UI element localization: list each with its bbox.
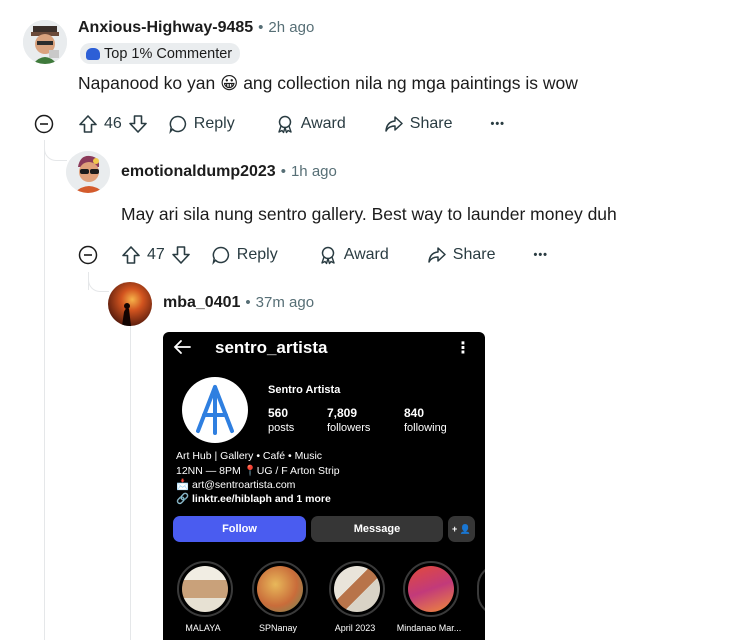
- meta-separator: •: [245, 294, 251, 311]
- reply-label: Reply: [193, 115, 235, 132]
- vote-count: 47: [147, 246, 165, 263]
- speech-bubble-icon: [212, 246, 229, 265]
- share-button[interactable]: Share: [384, 114, 453, 134]
- ig-bio-line: 12NN — 8PM 📍UG / F Arton Strip: [176, 465, 340, 477]
- upvote-arrow-icon: [122, 246, 140, 264]
- flair-label: Top 1% Commenter: [104, 45, 233, 62]
- comment-author[interactable]: emotionaldump2023: [121, 163, 276, 181]
- avatar-image: [108, 282, 152, 326]
- ig-highlight-label: MALAYA: [185, 623, 221, 633]
- ig-highlight-partial: [477, 564, 485, 616]
- comment-author[interactable]: Anxious-Highway-9485: [78, 19, 253, 37]
- downvote-button[interactable]: [171, 245, 191, 265]
- ig-highlight-label: Mindanao Mar...: [396, 623, 462, 633]
- speech-bubble-icon: [169, 115, 186, 134]
- flair-badge-icon: [86, 47, 100, 60]
- upvote-arrow-icon: [79, 115, 97, 133]
- ig-bio-line: 📩 art@sentroartista.com: [176, 479, 296, 491]
- grinning-emoji-icon: 😀: [220, 73, 239, 93]
- award-label: Award: [300, 115, 346, 132]
- comment-timestamp[interactable]: 37m ago: [256, 294, 314, 311]
- ig-highlight: [403, 561, 459, 617]
- downvote-button[interactable]: [128, 114, 148, 134]
- reply-label: Reply: [236, 246, 278, 263]
- ig-profile-logo: [182, 377, 248, 443]
- thread-line[interactable]: [44, 142, 45, 640]
- ig-highlight: [252, 561, 308, 617]
- meta-separator: •: [258, 19, 264, 36]
- ig-bio-line: Art Hub | Gallery • Café • Music: [176, 450, 323, 462]
- arrow-left-icon: [173, 340, 191, 354]
- award-button[interactable]: Award: [275, 114, 346, 134]
- comment-body: Napanood ko yan 😀 ang collection nila ng…: [78, 73, 578, 94]
- share-button[interactable]: Share: [427, 245, 496, 265]
- avatar-image: [23, 20, 67, 64]
- share-arrow-icon: [385, 116, 403, 132]
- ig-stat-label: following: [404, 422, 447, 434]
- share-label: Share: [452, 246, 496, 263]
- avatar[interactable]: [23, 20, 67, 64]
- comment-actions: 47 Reply Award Share •••: [121, 240, 548, 270]
- avatar-image: [66, 151, 110, 193]
- avatar[interactable]: [66, 151, 110, 193]
- reply-button[interactable]: Reply: [211, 245, 278, 265]
- ig-bio-link: 🔗 linktr.ee/hiblaph and 1 more: [176, 493, 331, 505]
- ig-stat-value: 840: [404, 406, 425, 420]
- ig-handle: sentro_artista: [215, 338, 328, 357]
- user-flair: Top 1% Commenter: [80, 43, 241, 64]
- comment-text: ang collection nila ng mga paintings is …: [243, 73, 578, 93]
- instagram-profile-screenshot[interactable]: sentro_artista ⋮ Sentro Artista 560 post…: [163, 332, 485, 640]
- upvote-button[interactable]: [78, 114, 98, 134]
- award-ribbon-icon: [278, 115, 292, 134]
- thread-elbow: [88, 272, 109, 292]
- ig-follow-button: Follow: [173, 516, 306, 542]
- more-options-button[interactable]: •••: [490, 118, 505, 130]
- meta-separator: •: [280, 163, 286, 180]
- comment-author[interactable]: mba_0401: [163, 294, 240, 312]
- award-label: Award: [343, 246, 389, 263]
- collapse-thread-icon[interactable]: [78, 245, 98, 265]
- vote-count: 46: [104, 115, 122, 132]
- ig-highlight: [329, 561, 385, 617]
- collapse-thread-icon[interactable]: [34, 114, 54, 134]
- comment-actions: 46 Reply Award Share •••: [78, 109, 505, 139]
- downvote-arrow-icon: [171, 246, 190, 264]
- comment-text: Napanood ko yan: [78, 73, 216, 93]
- upvote-button[interactable]: [121, 245, 141, 265]
- share-label: Share: [409, 115, 453, 132]
- ig-highlight: [177, 561, 233, 617]
- downvote-arrow-icon: [128, 115, 147, 133]
- ig-display-name: Sentro Artista: [268, 384, 341, 396]
- avatar[interactable]: [108, 282, 152, 326]
- ig-menu-icon: ⋮: [455, 340, 471, 357]
- comment-timestamp[interactable]: 1h ago: [291, 163, 337, 180]
- award-ribbon-icon: [321, 246, 335, 265]
- thread-elbow: [44, 140, 67, 161]
- ig-stat-label: posts: [268, 422, 295, 434]
- comment-body: May ari sila nung sentro gallery. Best w…: [121, 204, 617, 224]
- ig-stat-value: 7,809: [327, 406, 358, 420]
- ig-add-person-icon: + 👤: [448, 516, 475, 542]
- award-button[interactable]: Award: [318, 245, 389, 265]
- comment-timestamp[interactable]: 2h ago: [268, 19, 314, 36]
- more-options-button[interactable]: •••: [533, 249, 548, 261]
- sentro-logo-icon: [196, 385, 234, 435]
- ig-highlight-label: April 2023: [334, 623, 376, 633]
- ig-highlight-label: SPNanay: [258, 623, 298, 633]
- thread-line[interactable]: [130, 324, 131, 640]
- ig-stat-label: followers: [327, 422, 371, 434]
- reply-button[interactable]: Reply: [168, 114, 235, 134]
- ig-message-button: Message: [311, 516, 443, 542]
- ig-stat-value: 560: [268, 406, 289, 420]
- share-arrow-icon: [428, 247, 446, 263]
